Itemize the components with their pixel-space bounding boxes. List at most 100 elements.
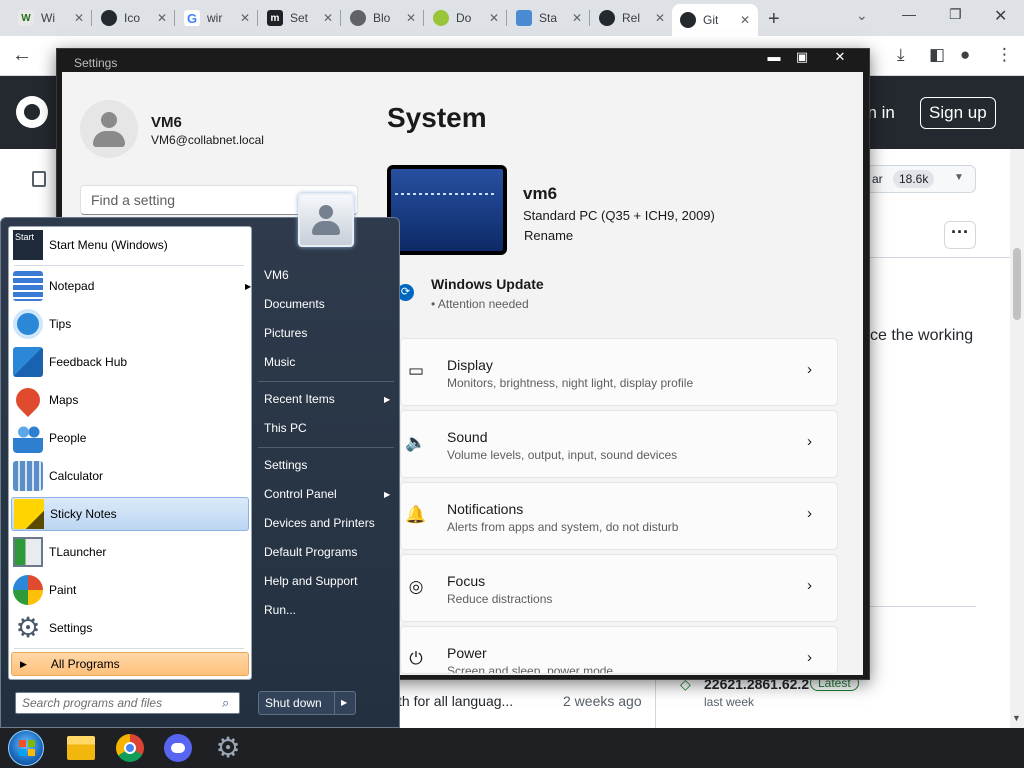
tab-settings-page[interactable]: m Set ✕ — [259, 4, 341, 32]
chrome-ext-icon — [433, 10, 449, 26]
minimize-icon[interactable]: ▬ — [760, 49, 788, 67]
program-start-menu-windows[interactable]: Start Start Menu (Windows) — [11, 228, 249, 262]
download-icon[interactable]: ⤓ — [897, 45, 905, 65]
start-link-pictures[interactable]: Pictures — [264, 326, 307, 340]
program-label: Paint — [49, 583, 77, 597]
start-link-run[interactable]: Run... — [264, 603, 296, 617]
program-calculator[interactable]: Calculator — [11, 459, 249, 493]
close-icon[interactable]: ✕ — [157, 11, 167, 25]
program-label: Settings — [49, 621, 93, 635]
program-paint[interactable]: Paint — [11, 573, 249, 607]
program-settings[interactable]: ⚙ Settings — [11, 611, 249, 645]
tab-label: Blo — [373, 11, 391, 25]
chrome-icon[interactable] — [116, 734, 144, 762]
start-menu-app-icon: Start — [13, 230, 43, 260]
submenu-arrow-icon: ▶ — [384, 395, 391, 404]
account-avatar[interactable] — [80, 100, 138, 158]
start-link-control-panel[interactable]: Control Panel — [264, 487, 337, 501]
account-email: VM6@collabnet.local — [151, 133, 264, 147]
wiki-icon: W — [18, 10, 34, 26]
close-icon[interactable]: ✕ — [826, 49, 854, 67]
tab-docs[interactable]: Do ✕ — [425, 4, 507, 32]
back-arrow-icon[interactable]: ← — [12, 44, 32, 67]
program-tips[interactable]: Tips — [11, 307, 249, 341]
program-notepad[interactable]: Notepad ▶ — [11, 269, 251, 303]
tab-github-active[interactable]: Git ✕ — [672, 4, 758, 36]
start-link-default-programs[interactable]: Default Programs — [264, 545, 357, 559]
paint-icon — [13, 575, 43, 605]
speaker-icon: 🔈 — [405, 433, 427, 452]
start-link-documents[interactable]: Documents — [264, 297, 325, 311]
program-sticky-notes[interactable]: Sticky Notes — [11, 497, 249, 531]
file-explorer-icon[interactable] — [67, 736, 95, 760]
windows-update-title[interactable]: Windows Update — [431, 276, 544, 292]
tab-label: Set — [290, 11, 309, 25]
menu-dots-icon[interactable]: ⋮ — [996, 45, 1013, 65]
close-icon[interactable]: ✕ — [489, 11, 499, 25]
start-link-music[interactable]: Music — [264, 355, 295, 369]
discord-icon[interactable] — [164, 734, 192, 762]
start-link-this-pc[interactable]: This PC — [264, 421, 307, 435]
account-name: VM6 — [151, 114, 182, 131]
program-label: TLauncher — [49, 545, 107, 559]
close-window-icon[interactable]: ✕ — [994, 6, 1007, 26]
new-tab-button[interactable]: + — [768, 8, 780, 31]
shut-down-options-arrow-icon[interactable]: ▶ — [341, 698, 347, 707]
tab-label: wir — [207, 11, 223, 25]
sign-up-button[interactable]: Sign up — [920, 97, 996, 129]
close-icon[interactable]: ✕ — [740, 13, 750, 27]
people-icon — [13, 423, 43, 453]
search-icon[interactable]: ⌕ — [222, 695, 229, 711]
power-card[interactable]: ⏻ Power Screen and sleep, power mode › — [400, 626, 838, 674]
settings-gear-icon[interactable]: ⚙ — [214, 734, 242, 762]
tab-label: Wi — [41, 11, 55, 25]
start-button-windows-icon[interactable] — [8, 730, 44, 766]
side-panel-icon[interactable]: ◧ — [929, 45, 945, 65]
github-logo-icon[interactable] — [16, 96, 48, 128]
profile-icon[interactable]: ● — [960, 45, 970, 65]
tab-releases[interactable]: Rel ✕ — [591, 4, 673, 32]
notifications-card[interactable]: 🔔 Notifications Alerts from apps and sys… — [400, 482, 838, 550]
start-link-devices-printers[interactable]: Devices and Printers — [264, 516, 375, 530]
close-icon[interactable]: ✕ — [655, 11, 665, 25]
more-options-button[interactable]: ··· — [944, 221, 976, 249]
minimize-icon[interactable]: — — [902, 6, 916, 22]
display-card[interactable]: ▭ Display Monitors, brightness, night li… — [400, 338, 838, 406]
tab-wiki[interactable]: W Wi ✕ — [10, 4, 92, 32]
all-programs-button[interactable]: ▶ All Programs — [11, 652, 249, 676]
commit-message[interactable]: th for all languag... — [398, 693, 513, 709]
scroll-down-arrow-icon[interactable]: ▼ — [1012, 713, 1021, 723]
tab-stack[interactable]: Sta ✕ — [508, 4, 590, 32]
program-feedback-hub[interactable]: Feedback Hub — [11, 345, 249, 379]
program-maps[interactable]: Maps — [11, 383, 249, 417]
doc-icon — [516, 10, 532, 26]
program-people[interactable]: People — [11, 421, 249, 455]
close-icon[interactable]: ✕ — [74, 11, 84, 25]
scrollbar-thumb[interactable] — [1013, 248, 1021, 320]
start-link-settings[interactable]: Settings — [264, 458, 307, 472]
tab-icons[interactable]: Ico ✕ — [93, 4, 175, 32]
close-icon[interactable]: ✕ — [323, 11, 333, 25]
release-time: last week — [704, 695, 755, 709]
start-link-vm6[interactable]: VM6 — [264, 268, 289, 282]
focus-card[interactable]: ◎ Focus Reduce distractions › — [400, 554, 838, 622]
update-status-text: Attention needed — [437, 297, 529, 311]
program-tlauncher[interactable]: TLauncher — [11, 535, 249, 569]
chevron-down-icon[interactable]: ▼ — [954, 172, 964, 183]
user-picture[interactable] — [298, 193, 354, 247]
bell-icon: 🔔 — [405, 505, 427, 524]
tab-search-chevron-icon[interactable]: ⌄ — [856, 7, 868, 24]
close-icon[interactable]: ✕ — [240, 11, 250, 25]
tab-google[interactable]: G wir ✕ — [176, 4, 258, 32]
close-icon[interactable]: ✕ — [572, 11, 582, 25]
maximize-icon[interactable]: ▣ — [788, 49, 816, 67]
start-link-recent-items[interactable]: Recent Items — [264, 392, 335, 406]
close-icon[interactable]: ✕ — [406, 11, 416, 25]
restore-icon[interactable]: ❐ — [949, 6, 962, 23]
page-scrollbar[interactable] — [1010, 149, 1024, 728]
start-link-help-support[interactable]: Help and Support — [264, 574, 357, 588]
search-programs-input[interactable] — [15, 692, 240, 714]
rename-link[interactable]: Rename — [524, 228, 573, 243]
tab-blog[interactable]: Blo ✕ — [342, 4, 424, 32]
sound-card[interactable]: 🔈 Sound Volume levels, output, input, so… — [400, 410, 838, 478]
